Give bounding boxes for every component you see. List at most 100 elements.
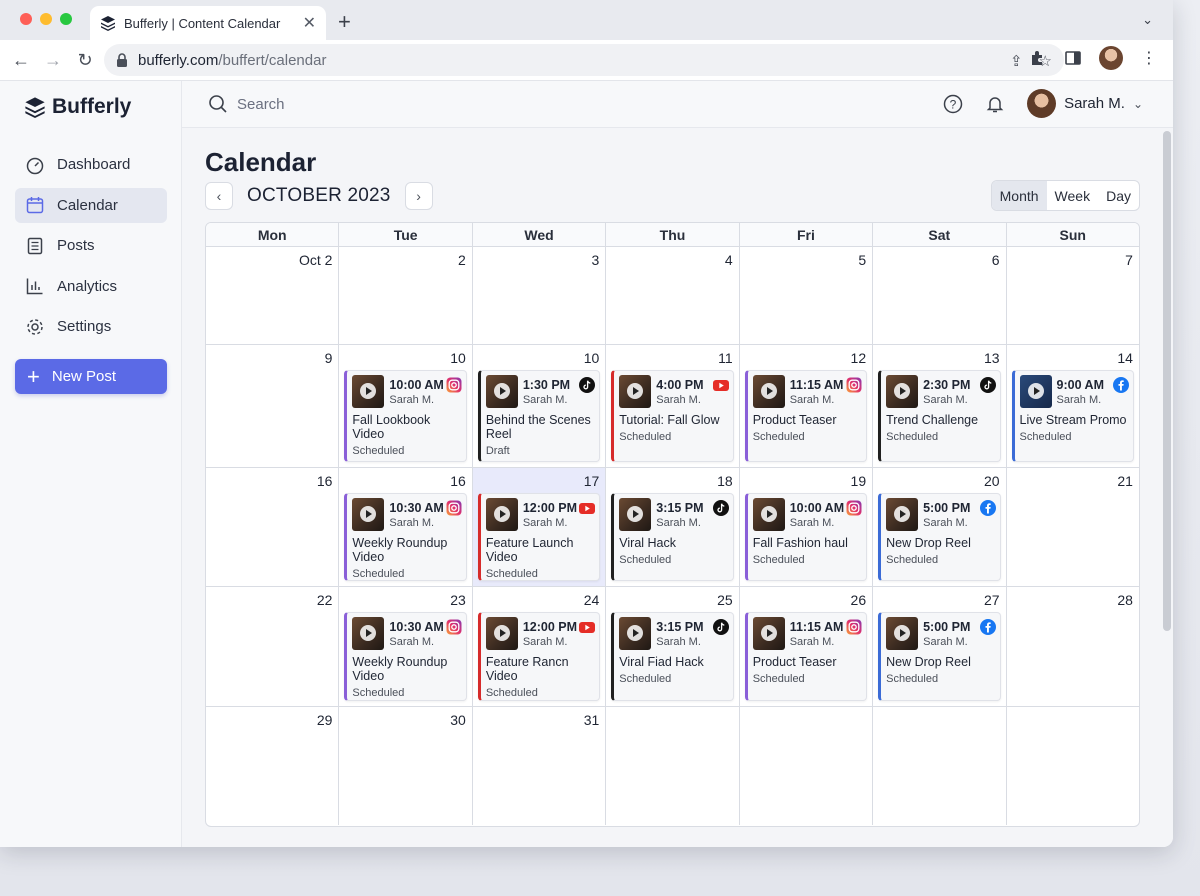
post-time: 2:30 PM xyxy=(923,378,971,392)
browser-profile-avatar[interactable] xyxy=(1099,46,1123,70)
calendar-day-cell-today[interactable]: 17 12:00 PM Sarah M. Feature Launch Video Sc… xyxy=(472,468,607,586)
reload-icon[interactable]: ↻ xyxy=(69,50,101,71)
scheduled-post-card[interactable]: 3:15 PM Sarah M. Viral Hack Scheduled xyxy=(611,493,734,581)
scheduled-post-card[interactable]: 11:15 AM Sarah M. Product Teaser Scheduled xyxy=(744,612,868,701)
scrollbar[interactable] xyxy=(1163,131,1171,631)
calendar-day-cell[interactable]: 25 3:15 PM Sarah M. Viral Fiad Hack Schedule… xyxy=(606,587,740,706)
day-number: 24 xyxy=(583,592,600,608)
new-post-button[interactable]: + New Post xyxy=(15,359,167,394)
scheduled-post-card[interactable]: 4:00 PM Sarah M. Tutorial: Fall Glow Schedu… xyxy=(611,370,734,462)
minimize-window-button[interactable] xyxy=(40,13,52,25)
calendar-day-cell[interactable]: 3 xyxy=(473,247,607,344)
calendar-day-cell[interactable]: 21 xyxy=(1007,468,1139,586)
calendar-day-cell[interactable] xyxy=(1007,707,1139,825)
browser-tab[interactable]: Bufferly | Content Calendar ✕ xyxy=(90,6,326,40)
calendar-day-cell[interactable]: 10 10:00 AM Sarah M. Fall Lookbook Video Sch… xyxy=(339,345,473,467)
calendar-day-cell[interactable] xyxy=(873,707,1007,825)
post-title: New Drop Reel xyxy=(886,655,971,669)
calendar-day-cell[interactable]: 29 xyxy=(206,707,340,825)
scheduled-post-card[interactable]: 3:15 PM Sarah M. Viral Fiad Hack Scheduled xyxy=(611,612,734,701)
forward-arrow-icon[interactable]: → xyxy=(37,50,69,71)
prev-month-button[interactable]: ‹ xyxy=(205,182,233,210)
scheduled-post-card[interactable]: 10:00 AM Sarah M. Fall Fashion haul Schedul… xyxy=(744,493,868,581)
calendar-day-cell[interactable]: 18 3:15 PM Sarah M. Viral Hack Scheduled xyxy=(606,468,740,586)
scheduled-post-card[interactable]: 10:30 AM Sarah M. Weekly Roundup Video Sche… xyxy=(344,493,467,581)
side-panel-icon[interactable] xyxy=(1065,50,1081,66)
next-month-button[interactable]: › xyxy=(404,182,433,210)
calendar-day-cell[interactable]: 24 12:00 PM Sarah M. Feature Rancn Video Sch… xyxy=(473,587,607,706)
calendar-day-cell[interactable]: 2 xyxy=(339,247,473,344)
bell-icon[interactable] xyxy=(985,94,1005,114)
calendar-day-cell[interactable]: 4 xyxy=(606,247,740,344)
calendar-day-cell[interactable]: 26 11:15 AM Sarah M. Product Teaser Schedule… xyxy=(740,587,874,706)
video-thumbnail xyxy=(619,498,652,531)
scheduled-post-card[interactable]: 10:00 AM Sarah M. Fall Lookbook Video Sched… xyxy=(344,370,467,462)
tab-close-icon[interactable]: ✕ xyxy=(303,13,316,33)
view-month-button[interactable]: Month xyxy=(991,181,1047,210)
browser-menu-icon[interactable]: ⋮ xyxy=(1141,48,1157,68)
tab-search-chevron-icon[interactable]: ⌄ xyxy=(1142,12,1153,28)
new-tab-button[interactable]: + xyxy=(338,9,351,35)
sidebar-item-calendar[interactable]: Calendar xyxy=(15,187,167,223)
scheduled-post-card[interactable]: 5:00 PM Sarah M. New Drop Reel Scheduled xyxy=(878,493,1001,581)
calendar-day-cell[interactable]: 13 2:30 PM Sarah M. Trend Challenge Schedule… xyxy=(873,345,1007,467)
calendar-day-cell[interactable]: 16 10:30 AM Sarah M. Weekly Roundup Video Sc… xyxy=(339,468,473,586)
calendar-day-cell[interactable] xyxy=(740,707,874,825)
post-title: Viral Fiad Hack xyxy=(619,655,704,669)
maximize-window-button[interactable] xyxy=(60,13,72,25)
video-thumbnail xyxy=(485,375,518,408)
post-meta: 10:00 AM Sarah M. xyxy=(790,498,846,529)
view-week-button[interactable]: Week xyxy=(1047,181,1099,210)
calendar-day-cell[interactable]: 9 xyxy=(206,345,340,467)
calendar-day-cell[interactable]: 30 xyxy=(339,707,473,825)
scheduled-post-card[interactable]: 2:30 PM Sarah M. Trend Challenge Scheduled xyxy=(878,370,1001,462)
sidebar-item-dashboard[interactable]: Dashboard xyxy=(15,147,167,182)
address-bar[interactable]: bufferly.com/buffert/calendar ⇪ ☆ xyxy=(104,44,1064,76)
calendar-day-cell[interactable]: 20 5:00 PM Sarah M. New Drop Reel Scheduled xyxy=(873,468,1007,586)
calendar-day-cell[interactable]: 14 9:00 AM Sarah M. Live Stream Promo Schedu… xyxy=(1007,345,1139,467)
post-title: Tutorial: Fall Glow xyxy=(619,413,720,427)
calendar-day-cell[interactable]: 16 xyxy=(206,468,340,586)
calendar-day-cell[interactable]: 11 4:00 PM Sarah M. Tutorial: Fall Glow Sche… xyxy=(606,345,740,467)
calendar-day-cell[interactable]: Oct 2 xyxy=(206,247,340,344)
scheduled-post-card[interactable]: 10:30 AM Sarah M. Weekly Roundup Video Sche… xyxy=(344,612,467,701)
user-menu[interactable]: Sarah M. ⌄ xyxy=(1027,89,1143,118)
calendar-day-cell[interactable]: 5 xyxy=(740,247,874,344)
help-icon[interactable]: ? xyxy=(943,94,963,114)
scheduled-post-card[interactable]: 9:00 AM Sarah M. Live Stream Promo Schedule… xyxy=(1011,370,1134,462)
post-status: Scheduled xyxy=(619,554,672,566)
brand[interactable]: Bufferly xyxy=(24,95,131,119)
close-window-button[interactable] xyxy=(20,13,32,25)
calendar-day-cell[interactable]: 19 10:00 AM Sarah M. Fall Fashion haul Sched… xyxy=(740,468,874,586)
scheduled-post-card[interactable]: 1:30 PM Sarah M. Behind the Scenes Reel Dra… xyxy=(477,370,601,462)
share-icon[interactable]: ⇪ xyxy=(1010,52,1023,70)
calendar-day-cell[interactable]: 12 11:15 AM Sarah M. Product Teaser Schedule… xyxy=(740,345,874,467)
scheduled-post-card[interactable]: 11:15 AM Sarah M. Product Teaser Scheduled xyxy=(744,370,868,462)
post-meta: 5:00 PM Sarah M. xyxy=(923,617,979,648)
day-number: 29 xyxy=(316,712,333,728)
scheduled-post-card[interactable]: 5:00 PM Sarah M. New Drop Reel Scheduled xyxy=(878,612,1001,701)
calendar-day-cell[interactable]: 6 xyxy=(873,247,1007,344)
calendar-day-cell[interactable]: 10 1:30 PM Sarah M. Behind the Scenes Reel D… xyxy=(473,345,607,467)
search-input[interactable]: Search xyxy=(208,94,285,114)
post-author: Sarah M. xyxy=(522,636,568,648)
scheduled-post-card[interactable]: 12:00 PM Sarah M. Feature Launch Video Sche… xyxy=(477,493,601,581)
sidebar-item-posts[interactable]: Posts xyxy=(15,228,167,263)
sidebar-item-analytics[interactable]: Analytics xyxy=(15,269,167,304)
calendar-day-cell[interactable]: 31 xyxy=(473,707,607,825)
sidebar-item-label: Analytics xyxy=(57,277,118,295)
calendar-day-cell[interactable]: 23 10:30 AM Sarah M. Weekly Roundup Video Sc… xyxy=(339,587,473,706)
calendar-day-cell[interactable]: 28 xyxy=(1007,587,1139,706)
calendar-day-cell[interactable]: 22 xyxy=(206,587,340,706)
back-arrow-icon[interactable]: ← xyxy=(5,50,37,71)
scheduled-post-card[interactable]: 12:00 PM Sarah M. Feature Rancn Video Sched… xyxy=(477,612,601,701)
video-thumbnail xyxy=(752,498,785,531)
view-day-button[interactable]: Day xyxy=(1098,181,1139,210)
calendar-day-cell[interactable]: 27 5:00 PM Sarah M. New Drop Reel Scheduled xyxy=(873,587,1007,706)
day-number: 20 xyxy=(983,473,1000,489)
calendar-day-cell[interactable] xyxy=(606,707,740,825)
sidebar-item-settings[interactable]: Settings xyxy=(15,309,167,344)
post-author: Sarah M. xyxy=(656,636,701,648)
calendar-day-cell[interactable]: 7 xyxy=(1007,247,1139,344)
extensions-puzzle-icon[interactable] xyxy=(1029,49,1047,67)
